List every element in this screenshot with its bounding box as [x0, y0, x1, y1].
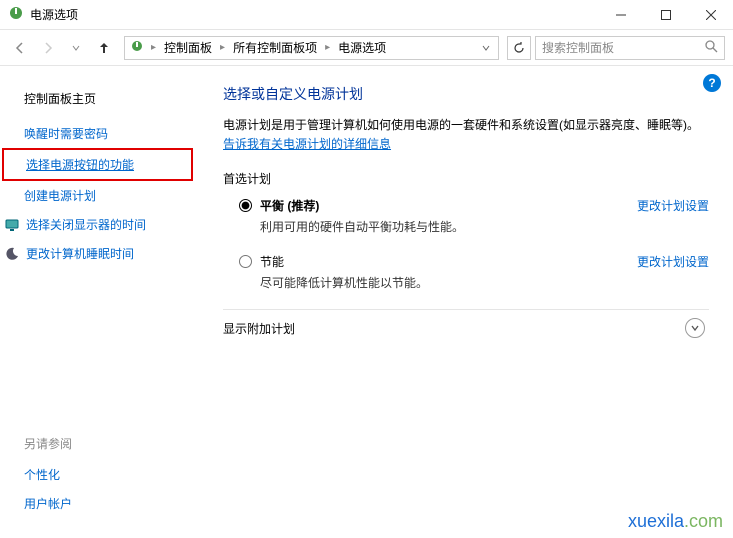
- body: 控制面板主页 唤醒时需要密码 选择电源按钮的功能 创建电源计划 选择关闭显示器的…: [0, 66, 733, 538]
- search-input[interactable]: [542, 41, 704, 55]
- location-icon: [129, 38, 145, 57]
- plan-sub: 利用可用的硬件自动平衡功耗与性能。: [260, 218, 625, 235]
- up-button[interactable]: [92, 36, 116, 60]
- breadcrumb-seg[interactable]: 电源选项: [336, 39, 388, 56]
- breadcrumb-seg[interactable]: 控制面板: [162, 39, 214, 56]
- main-content: ? 选择或自定义电源计划 电源计划是用于管理计算机如何使用电源的一套硬件和系统设…: [195, 66, 733, 538]
- recent-button[interactable]: [64, 36, 88, 60]
- extra-plans-label: 显示附加计划: [223, 320, 295, 337]
- sidebar-link-create-plan[interactable]: 创建电源计划: [24, 181, 171, 210]
- moon-icon: [4, 246, 20, 262]
- sidebar-link-display-off[interactable]: 选择关闭显示器的时间: [24, 210, 171, 239]
- breadcrumb-seg[interactable]: 所有控制面板项: [231, 39, 319, 56]
- search-box[interactable]: [535, 36, 725, 60]
- close-button[interactable]: [688, 0, 733, 30]
- app-icon: [8, 5, 24, 24]
- address-dropdown-icon[interactable]: [478, 41, 494, 55]
- plan-radio-power-saver[interactable]: [239, 255, 252, 268]
- plan-sub: 尽可能降低计算机性能以节能。: [260, 274, 625, 291]
- chevron-right-icon: ▸: [323, 42, 332, 53]
- sidebar-home[interactable]: 控制面板主页: [24, 84, 171, 113]
- plan-name: 平衡 (推荐): [260, 197, 625, 214]
- watermark: xuexila.com: [628, 511, 723, 532]
- back-button[interactable]: [8, 36, 32, 60]
- plan-name: 节能: [260, 253, 625, 270]
- sidebar-seealso: 另请参阅 个性化 用户帐户: [0, 435, 195, 538]
- forward-button[interactable]: [36, 36, 60, 60]
- page-heading: 选择或自定义电源计划: [223, 84, 709, 104]
- chevron-right-icon: ▸: [149, 42, 158, 53]
- page-description: 电源计划是用于管理计算机如何使用电源的一套硬件和系统设置(如显示器亮度、睡眠等)…: [223, 116, 709, 154]
- sidebar-link-highlight: 选择电源按钮的功能: [2, 148, 193, 181]
- change-plan-link[interactable]: 更改计划设置: [637, 197, 709, 214]
- help-icon[interactable]: ?: [703, 74, 721, 92]
- plan-power-saver: 节能 尽可能降低计算机性能以节能。 更改计划设置: [239, 253, 709, 291]
- maximize-button[interactable]: [643, 0, 688, 30]
- plan-radio-balanced[interactable]: [239, 199, 252, 212]
- chevron-down-icon: [685, 318, 705, 338]
- sidebar-link-power-button[interactable]: 选择电源按钮的功能: [26, 154, 169, 175]
- plan-balanced: 平衡 (推荐) 利用可用的硬件自动平衡功耗与性能。 更改计划设置: [239, 197, 709, 235]
- search-icon[interactable]: [704, 39, 718, 56]
- nav-row: ▸ 控制面板 ▸ 所有控制面板项 ▸ 电源选项: [0, 30, 733, 66]
- address-bar[interactable]: ▸ 控制面板 ▸ 所有控制面板项 ▸ 电源选项: [124, 36, 499, 60]
- sidebar-link-wake-password[interactable]: 唤醒时需要密码: [24, 119, 171, 148]
- chevron-right-icon: ▸: [218, 42, 227, 53]
- preferred-plans-label: 首选计划: [223, 170, 709, 187]
- desc-link[interactable]: 告诉我有关电源计划的详细信息: [223, 137, 391, 151]
- minimize-button[interactable]: [598, 0, 643, 30]
- seealso-user-accounts[interactable]: 用户帐户: [24, 489, 171, 518]
- seealso-personalization[interactable]: 个性化: [24, 460, 171, 489]
- monitor-icon: [4, 217, 20, 233]
- seealso-label: 另请参阅: [24, 435, 171, 452]
- show-additional-plans[interactable]: 显示附加计划: [223, 318, 709, 338]
- sidebar: 控制面板主页 唤醒时需要密码 选择电源按钮的功能 创建电源计划 选择关闭显示器的…: [0, 66, 195, 538]
- change-plan-link[interactable]: 更改计划设置: [637, 253, 709, 270]
- titlebar: 电源选项: [0, 0, 733, 30]
- sidebar-link-sleep-time[interactable]: 更改计算机睡眠时间: [24, 239, 171, 268]
- refresh-button[interactable]: [507, 36, 531, 60]
- window-title: 电源选项: [30, 6, 598, 23]
